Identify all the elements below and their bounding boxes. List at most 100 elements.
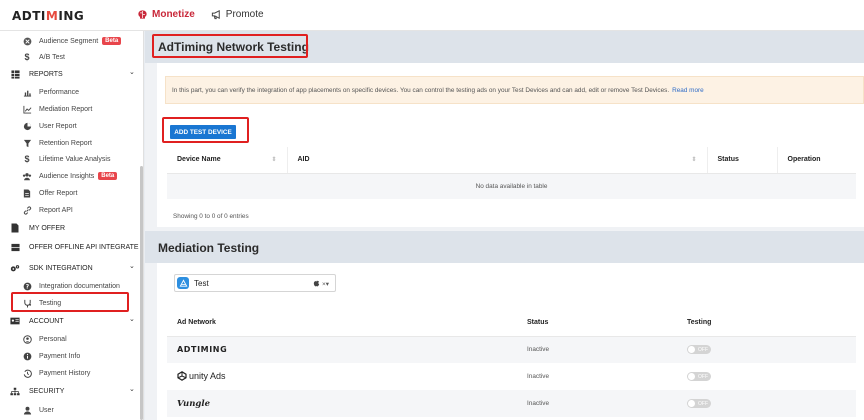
user-icon bbox=[22, 405, 32, 415]
testing-toggle[interactable]: OFF bbox=[687, 372, 711, 381]
sidebar-item-label: Lifetime Value Analysis bbox=[39, 155, 111, 163]
column-aid[interactable]: AID ⇕ bbox=[287, 147, 708, 174]
sidebar-group-sdk-integration[interactable]: SDK INTEGRATION bbox=[10, 260, 93, 276]
bar-chart-icon bbox=[22, 87, 32, 97]
sidebar-item-mediation-report[interactable]: Mediation Report bbox=[22, 101, 92, 117]
sidebar-group-offer-offline[interactable]: OFFER OFFLINE API INTEGRATE bbox=[10, 239, 139, 255]
info-banner: In this part, you can verify the integra… bbox=[165, 76, 864, 104]
selector-controls[interactable]: ×▾ bbox=[313, 279, 329, 288]
network-logo-adtiming: ADTIMING bbox=[177, 345, 228, 355]
sidebar-item-label: Offer Report bbox=[39, 189, 78, 197]
sidebar-item-ab-test[interactable]: $ A/B Test bbox=[22, 49, 65, 65]
beta-badge: Beta bbox=[102, 37, 122, 45]
apple-icon bbox=[313, 279, 320, 286]
sort-icon[interactable]: ⇕ bbox=[691, 156, 696, 163]
network-logo-vungle: Vungle bbox=[177, 398, 210, 409]
nav-promote[interactable]: Promote bbox=[211, 9, 264, 20]
chevron-down-icon[interactable]: ⌄ bbox=[129, 315, 135, 323]
beta-badge: Beta bbox=[98, 172, 118, 180]
table-row: ADTIMING Inactive OFF bbox=[167, 336, 856, 363]
sidebar-group-security[interactable]: SECURITY bbox=[10, 383, 64, 399]
column-ad-network: Ad Network bbox=[167, 310, 517, 337]
brain-icon bbox=[138, 10, 147, 19]
chevron-down-icon[interactable]: ⌄ bbox=[129, 262, 135, 270]
table-header-row: Ad Network Status Testing bbox=[167, 310, 856, 337]
sidebar-group-account[interactable]: ACCOUNT bbox=[10, 313, 64, 329]
read-more-link[interactable]: Read more bbox=[672, 87, 704, 94]
add-test-device-button[interactable]: ADD TEST DEVICE bbox=[170, 125, 236, 139]
testing-toggle[interactable]: OFF bbox=[687, 399, 711, 408]
testing-cell: OFF bbox=[677, 390, 856, 417]
sidebar-item-label: A/B Test bbox=[39, 53, 65, 61]
sidebar-item-report-api[interactable]: Report API bbox=[22, 202, 73, 218]
sidebar-scrollbar[interactable] bbox=[140, 166, 143, 420]
sidebar-item-label: Retention Report bbox=[39, 139, 92, 147]
sidebar-item-label: Testing bbox=[39, 299, 62, 307]
table-row: Vungle Inactive OFF bbox=[167, 390, 856, 417]
link-icon bbox=[22, 205, 32, 215]
testing-cell: OFF bbox=[677, 363, 856, 390]
app-selector[interactable]: Test ×▾ bbox=[174, 274, 336, 292]
entries-count: Showing 0 to 0 of 0 entries bbox=[173, 213, 249, 220]
sidebar-group-label: REPORTS bbox=[29, 70, 63, 78]
segment-icon bbox=[22, 36, 32, 46]
sidebar-item-label: Payment Info bbox=[39, 352, 81, 360]
sidebar-item-personal[interactable]: Personal bbox=[22, 331, 67, 347]
help-circle-icon: ? bbox=[22, 281, 32, 291]
sidebar-item-payment-info[interactable]: Payment Info bbox=[22, 348, 80, 364]
table-row: No data available in table bbox=[167, 173, 856, 199]
filter-icon bbox=[22, 138, 32, 148]
sidebar-item-user[interactable]: User bbox=[22, 402, 54, 418]
network-logo-unity: unity Ads bbox=[167, 363, 517, 390]
testing-toggle[interactable]: OFF bbox=[687, 345, 711, 355]
info-text: In this part, you can verify the integra… bbox=[172, 86, 670, 94]
sidebar-item-offer-report[interactable]: Offer Report bbox=[22, 185, 77, 201]
app-icon bbox=[177, 277, 189, 289]
dollar-icon: $ bbox=[24, 154, 30, 164]
test-devices-table: Device Name ⇕ AID ⇕ Status Operation No da… bbox=[167, 147, 856, 199]
nav-monetize-label: Monetize bbox=[152, 9, 195, 20]
network-status: Inactive bbox=[527, 373, 550, 380]
sidebar-item-integration-docs[interactable]: ? Integration documentation bbox=[22, 278, 120, 294]
sort-icon[interactable]: ⇕ bbox=[271, 156, 276, 163]
adtiming-logo[interactable]: ADTIMING bbox=[12, 9, 84, 23]
sidebar-group-label: SDK INTEGRATION bbox=[29, 264, 93, 272]
sidebar-item-payment-history[interactable]: Payment History bbox=[22, 365, 90, 381]
sidebar-item-audience-segment[interactable]: Audience Segment Beta bbox=[22, 33, 122, 49]
nav-monetize[interactable]: Monetize bbox=[137, 9, 195, 20]
info-circle-icon bbox=[22, 351, 32, 361]
gears-icon bbox=[10, 263, 20, 273]
sidebar-item-testing[interactable]: Testing bbox=[22, 295, 61, 311]
sidebar-item-audience-insights[interactable]: Audience Insights Beta bbox=[22, 168, 118, 184]
network-testing-title: AdTiming Network Testing bbox=[158, 40, 309, 54]
sidebar-group-label: OFFER OFFLINE API INTEGRATE bbox=[29, 243, 139, 251]
sidebar-item-label: Audience Segment bbox=[39, 37, 99, 45]
column-operation: Operation bbox=[777, 147, 856, 174]
sidebar-item-performance[interactable]: Performance bbox=[22, 84, 79, 100]
sidebar-group-label: SECURITY bbox=[29, 387, 65, 395]
sidebar-group-label: MY OFFER bbox=[29, 224, 66, 232]
empty-table-message: No data available in table bbox=[475, 182, 548, 190]
chevron-down-icon[interactable]: ⌄ bbox=[129, 68, 135, 76]
bug-icon bbox=[22, 298, 32, 308]
column-status: Status bbox=[517, 310, 677, 337]
nav-promote-label: Promote bbox=[225, 9, 264, 20]
sidebar-item-retention-report[interactable]: Retention Report bbox=[22, 135, 92, 151]
column-status[interactable]: Status bbox=[707, 147, 778, 174]
chevron-down-icon[interactable]: ⌄ bbox=[129, 385, 135, 393]
top-bar: ADTIMING Monetize Promote bbox=[0, 0, 864, 31]
testing-cell: OFF bbox=[677, 336, 856, 363]
sidebar-group-reports[interactable]: REPORTS bbox=[10, 66, 63, 82]
sidebar-group-my-offer[interactable]: MY OFFER bbox=[10, 220, 65, 236]
sidebar-item-user-report[interactable]: User Report bbox=[22, 118, 77, 134]
server-icon bbox=[10, 242, 20, 252]
column-device-name[interactable]: Device Name ⇕ bbox=[167, 147, 288, 174]
users-icon bbox=[22, 171, 32, 181]
table-icon bbox=[10, 69, 20, 79]
network-status: Inactive bbox=[527, 346, 550, 354]
sidebar-item-label: Audience Insights bbox=[39, 172, 95, 180]
table-header-row: Device Name ⇕ AID ⇕ Status Operation bbox=[167, 147, 856, 174]
sidebar-item-ltv[interactable]: $ Lifetime Value Analysis bbox=[22, 151, 110, 167]
sidebar-item-label: User Report bbox=[39, 122, 77, 130]
user-circle-icon bbox=[22, 334, 32, 344]
